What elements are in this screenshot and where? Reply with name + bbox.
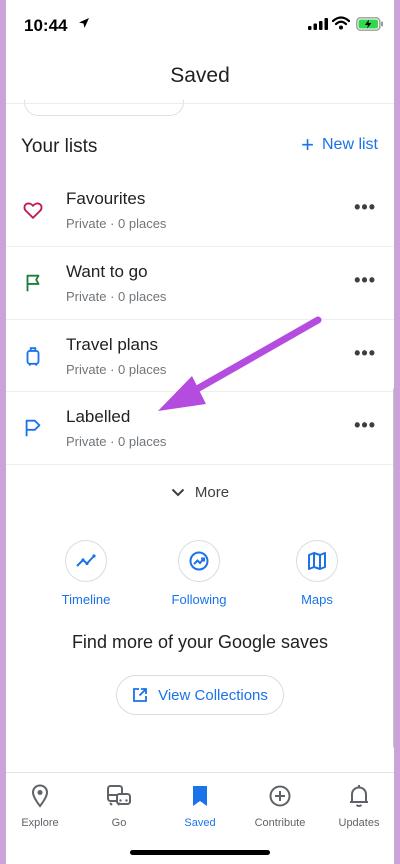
status-time: 10:44 <box>24 16 68 35</box>
commute-icon <box>107 785 131 806</box>
phone-screen: 10:44 Saved Your lists + New list Favour… <box>6 0 394 864</box>
nav-go[interactable]: Go <box>80 783 158 829</box>
list-name: Travel plans <box>66 335 158 354</box>
wifi-icon <box>332 16 350 30</box>
timeline-shortcut[interactable]: Timeline <box>41 540 131 607</box>
list-item-labelled[interactable]: Labelled Private · 0 places ••• <box>6 392 394 464</box>
pin-icon <box>31 784 49 808</box>
nav-label: Contribute <box>254 817 306 829</box>
view-collections-label: View Collections <box>158 686 268 704</box>
timeline-label: Timeline <box>61 592 111 607</box>
your-lists-heading: Your lists <box>21 136 98 157</box>
list-meta: Private · 0 places <box>66 289 167 304</box>
list-meta: Private · 0 places <box>66 362 167 377</box>
more-label: More <box>194 484 230 501</box>
home-indicator <box>130 850 270 855</box>
list-item-want-to-go[interactable]: Want to go Private · 0 places ••• <box>6 247 394 319</box>
view-collections-button[interactable]: View Collections <box>116 675 284 715</box>
more-options-icon[interactable]: ••• <box>354 271 376 289</box>
bottom-nav: Explore Go Saved Contribute Updates <box>6 772 394 864</box>
scrollbar[interactable] <box>393 388 394 748</box>
status-bar: 10:44 <box>6 0 394 50</box>
flag-icon <box>26 274 40 292</box>
timeline-circle <box>65 540 107 582</box>
list-name: Favourites <box>66 189 146 208</box>
nav-contribute[interactable]: Contribute <box>241 783 319 829</box>
maps-label: Maps <box>301 592 333 607</box>
timeline-icon <box>76 554 96 567</box>
suitcase-icon <box>26 347 40 366</box>
chevron-down-icon <box>171 488 185 497</box>
new-list-button[interactable]: + New list <box>301 132 378 157</box>
nav-label: Updates <box>338 817 380 829</box>
location-arrow-icon <box>79 18 89 28</box>
map-icon <box>308 552 326 570</box>
list-item-travel-plans[interactable]: Travel plans Private · 0 places ••• <box>6 320 394 392</box>
cellular-signal-icon <box>308 18 328 30</box>
bell-icon <box>350 785 368 807</box>
following-icon <box>189 551 209 571</box>
list-item-favourites[interactable]: Favourites Private · 0 places ••• <box>6 174 394 246</box>
following-label: Following <box>171 592 227 607</box>
new-list-label: New list <box>321 136 378 153</box>
more-options-icon[interactable]: ••• <box>354 198 376 216</box>
maps-circle <box>296 540 338 582</box>
following-shortcut[interactable]: Following <box>154 540 244 607</box>
nav-saved[interactable]: Saved <box>161 783 239 829</box>
battery-charging-icon <box>356 17 383 31</box>
label-flag-icon <box>25 419 41 437</box>
more-options-icon[interactable]: ••• <box>354 416 376 434</box>
list-meta: Private · 0 places <box>66 434 167 449</box>
more-button[interactable]: More <box>6 484 394 501</box>
header-divider <box>6 103 394 104</box>
maps-shortcut[interactable]: Maps <box>272 540 362 607</box>
find-more-heading: Find more of your Google saves <box>71 632 329 652</box>
add-circle-icon <box>269 785 291 807</box>
nav-updates[interactable]: Updates <box>320 783 394 829</box>
nav-label: Saved <box>184 817 216 829</box>
list-meta: Private · 0 places <box>66 216 167 231</box>
bookmark-icon <box>193 786 207 806</box>
list-name: Labelled <box>66 407 131 426</box>
open-external-icon <box>133 688 148 702</box>
page-title: Saved <box>170 64 230 87</box>
nav-label: Explore <box>21 817 59 829</box>
following-circle <box>178 540 220 582</box>
heart-icon <box>23 202 43 219</box>
row-divider <box>6 464 394 465</box>
list-name: Want to go <box>66 262 148 281</box>
plus-icon: + <box>301 132 314 157</box>
more-options-icon[interactable]: ••• <box>354 344 376 362</box>
nav-label: Go <box>111 817 127 829</box>
nav-explore[interactable]: Explore <box>6 783 79 829</box>
